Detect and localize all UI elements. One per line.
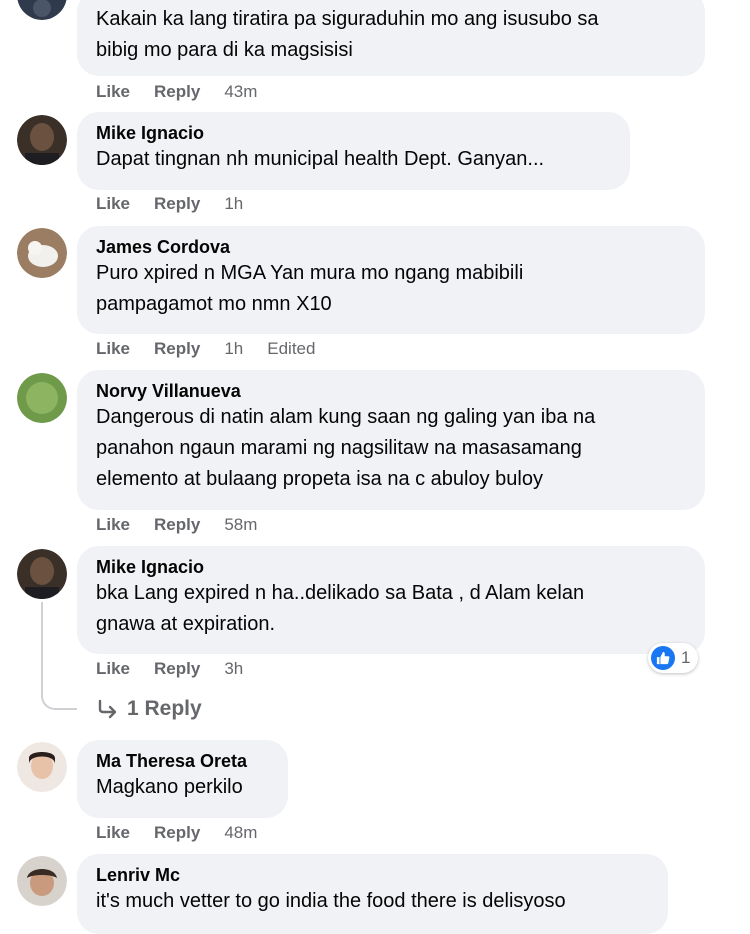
comment-author[interactable]: Norvy Villanueva xyxy=(96,380,685,402)
comment-text: Kakain ka lang tiratira pa siguraduhin m… xyxy=(96,8,599,61)
reply-button[interactable]: Reply xyxy=(154,658,200,680)
like-button[interactable]: Like xyxy=(96,514,130,536)
avatar[interactable] xyxy=(17,373,67,423)
comment-time[interactable]: 1h xyxy=(224,193,243,215)
comment-bubble: Mike Ignacio Dapat tingnan nh municipal … xyxy=(77,112,630,190)
comment-text: Puro xpired n MGA Yan mura mo ngang mabi… xyxy=(96,262,524,315)
reply-button[interactable]: Reply xyxy=(154,193,200,215)
like-button[interactable]: Like xyxy=(96,822,130,844)
edited-label[interactable]: Edited xyxy=(267,338,315,360)
comment-time[interactable]: 1h xyxy=(224,338,243,360)
comment-author[interactable]: Mike Ignacio xyxy=(96,122,610,144)
comment-time[interactable]: 3h xyxy=(224,658,243,680)
comment-bubble: Norvy Villanueva Dangerous di natin alam… xyxy=(77,370,705,510)
like-button[interactable]: Like xyxy=(96,193,130,215)
avatar[interactable] xyxy=(17,0,67,20)
comment-author[interactable]: Mike Ignacio xyxy=(96,556,685,578)
comment-text: it's much vetter to go india the food th… xyxy=(96,890,566,912)
reaction-summary[interactable]: 1 xyxy=(648,643,699,673)
comment-time[interactable]: 58m xyxy=(224,514,257,536)
comment-bubble: Ma Theresa Oreta Magkano perkilo xyxy=(77,740,288,818)
comment-time[interactable]: 43m xyxy=(224,81,257,103)
reply-button[interactable]: Reply xyxy=(154,81,200,103)
comment-bubble: James Cordova Puro xpired n MGA Yan mura… xyxy=(77,226,705,334)
reply-button[interactable]: Reply xyxy=(154,514,200,536)
view-replies-label: 1 Reply xyxy=(127,697,202,720)
comment-text: Dangerous di natin alam kung saan ng gal… xyxy=(96,406,596,490)
comment-text: bka Lang expired n ha..delikado sa Bata … xyxy=(96,582,585,635)
comment-actions: Like Reply 43m xyxy=(96,81,281,103)
comment-actions: Like Reply 58m xyxy=(96,514,281,536)
comment-bubble: Lenriv Mc it's much vetter to go india t… xyxy=(77,854,668,934)
comment-actions: Like Reply 48m xyxy=(96,822,281,844)
reply-button[interactable]: Reply xyxy=(154,822,200,844)
comment-author[interactable]: James Cordova xyxy=(96,236,685,258)
comment-time[interactable]: 48m xyxy=(224,822,257,844)
reply-arrow-icon xyxy=(98,699,117,719)
view-replies-link[interactable]: 1 Reply xyxy=(97,697,202,721)
comment-text: Dapat tingnan nh municipal health Dept. … xyxy=(96,148,545,170)
comment-actions: Like Reply 1h xyxy=(96,193,267,215)
like-button[interactable]: Like xyxy=(96,81,130,103)
avatar[interactable] xyxy=(17,228,67,278)
like-button[interactable]: Like xyxy=(96,658,130,680)
reply-button[interactable]: Reply xyxy=(154,338,200,360)
comment-actions: Like Reply 1h Edited xyxy=(96,338,315,360)
avatar[interactable] xyxy=(17,742,67,792)
thread-connector xyxy=(41,602,77,710)
avatar[interactable] xyxy=(17,115,67,165)
reaction-count: 1 xyxy=(681,648,691,667)
comment-bubble: Mike Ignacio bka Lang expired n ha..deli… xyxy=(77,546,705,654)
like-button[interactable]: Like xyxy=(96,338,130,360)
comment-text: Magkano perkilo xyxy=(96,776,243,798)
avatar[interactable] xyxy=(17,856,67,906)
like-reaction-icon xyxy=(651,646,675,670)
avatar[interactable] xyxy=(17,549,67,599)
comment-author[interactable]: Ma Theresa Oreta xyxy=(96,750,268,772)
comment-bubble: Kakain ka lang tiratira pa siguraduhin m… xyxy=(77,0,705,76)
comment-author[interactable]: Lenriv Mc xyxy=(96,864,648,886)
comment-actions: Like Reply 3h xyxy=(96,658,267,680)
